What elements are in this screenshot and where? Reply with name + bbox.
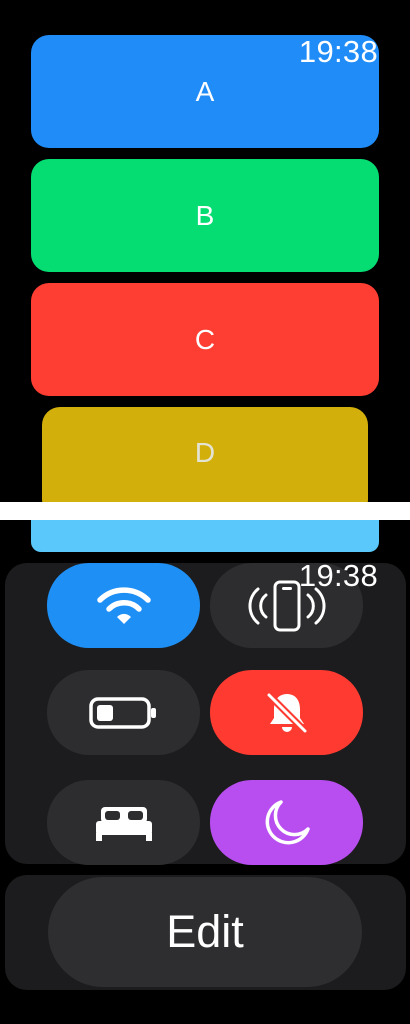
wifi-toggle[interactable] xyxy=(47,563,200,648)
card-peek[interactable] xyxy=(31,520,379,552)
silent-mode-icon xyxy=(266,692,307,733)
edit-panel: Edit xyxy=(5,875,406,990)
card-label: D xyxy=(194,437,216,468)
card-label: B xyxy=(195,199,215,231)
clock-time: 19:38 xyxy=(298,34,378,69)
sleep-bed-icon xyxy=(95,806,152,841)
clock-time: 19:38 xyxy=(298,558,378,593)
card-label: C xyxy=(194,323,216,355)
wifi-icon xyxy=(96,586,151,624)
do-not-disturb-toggle[interactable] xyxy=(210,780,363,865)
card-d[interactable]: D xyxy=(42,407,368,502)
card-label: A xyxy=(195,75,215,107)
card-b[interactable]: B xyxy=(31,159,379,272)
battery-button[interactable] xyxy=(47,670,200,755)
sleep-mode-button[interactable] xyxy=(47,780,200,865)
screen-divider xyxy=(0,502,410,520)
silent-mode-toggle[interactable] xyxy=(210,670,363,755)
battery-icon xyxy=(88,696,156,729)
edit-button[interactable]: Edit xyxy=(48,877,362,987)
card-c[interactable]: C xyxy=(31,283,379,396)
card-stack-screen: 19:38 A B C D xyxy=(0,0,410,502)
do-not-disturb-moon-icon xyxy=(265,799,310,844)
control-center-panel xyxy=(5,563,406,865)
control-center-screen: 19:38 Edit xyxy=(0,520,410,1024)
